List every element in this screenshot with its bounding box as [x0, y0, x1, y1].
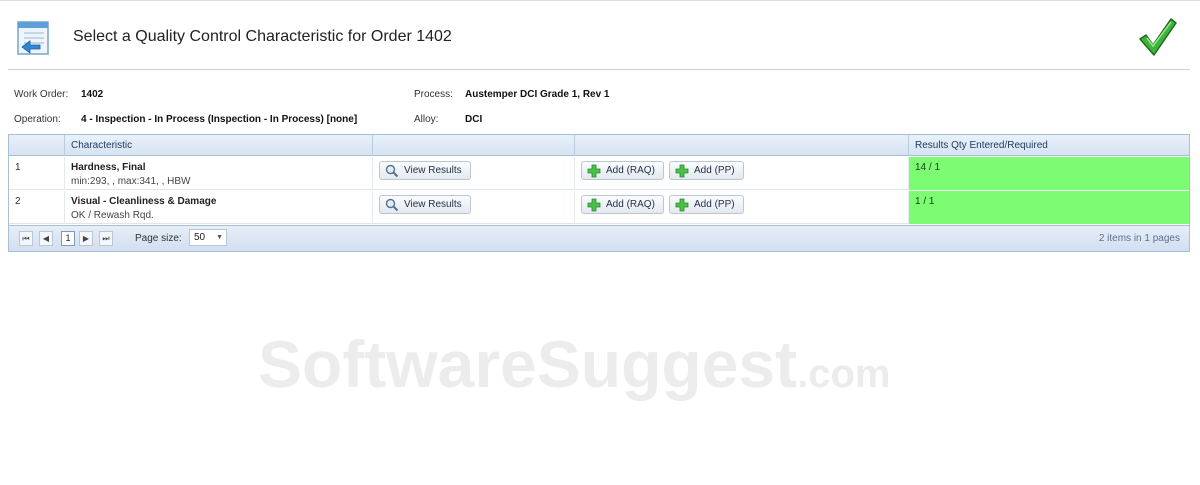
green-plus-icon [587, 164, 601, 178]
view-results-label: View Results [404, 165, 462, 176]
prev-page-button[interactable]: ◀ [39, 231, 53, 246]
next-page-button[interactable]: ▶ [79, 231, 93, 246]
watermark-suffix: .com [797, 352, 891, 396]
operation-label: Operation: [14, 114, 61, 125]
results-qty-cell: 14 / 1 [909, 157, 1189, 190]
view-results-button[interactable]: View Results [379, 195, 471, 214]
add-raq-button[interactable]: Add (RAQ) [581, 195, 664, 214]
column-header-number [9, 135, 65, 156]
column-header-add [575, 135, 909, 156]
first-page-button[interactable]: ⏮ [19, 231, 33, 246]
form-arrow-icon [14, 19, 54, 57]
process-value: Austemper DCI Grade 1, Rev 1 [465, 89, 610, 100]
add-pp-button[interactable]: Add (PP) [669, 195, 744, 214]
alloy-label: Alloy: [414, 114, 439, 125]
page-size-select[interactable]: 50 ▼ [189, 229, 227, 246]
add-cell: Add (RAQ) Add (PP) [575, 191, 909, 224]
watermark-main: SoftwareSuggest [258, 327, 798, 401]
results-qty-cell: 1 / 1 [909, 191, 1189, 224]
table-row[interactable]: 1 Hardness, Final min:293, , max:341, , … [9, 157, 1189, 190]
characteristic-spec: min:293, , max:341, , HBW [71, 176, 191, 187]
add-raq-button[interactable]: Add (RAQ) [581, 161, 664, 180]
add-raq-label: Add (RAQ) [606, 199, 655, 210]
magnifier-icon [385, 198, 399, 212]
operation-value: 4 - Inspection - In Process (Inspection … [81, 114, 358, 125]
add-pp-button[interactable]: Add (PP) [669, 161, 744, 180]
page-header: Select a Quality Control Characteristic … [0, 0, 1200, 70]
characteristic-cell: Hardness, Final min:293, , max:341, , HB… [65, 157, 373, 190]
characteristic-name: Visual - Cleanliness & Damage [71, 196, 217, 207]
characteristics-grid: Characteristic Results Qty Entered/Requi… [8, 134, 1190, 252]
column-header-results-qty[interactable]: Results Qty Entered/Required [909, 135, 1189, 156]
characteristic-cell: Visual - Cleanliness & Damage OK / Rewas… [65, 191, 373, 224]
green-plus-icon [587, 198, 601, 212]
green-plus-icon [675, 198, 689, 212]
page-size-label: Page size: [135, 233, 182, 244]
page-number-button[interactable]: 1 [61, 231, 75, 246]
work-order-label: Work Order: [14, 89, 69, 100]
work-order-value: 1402 [81, 89, 104, 100]
table-row[interactable]: 2 Visual - Cleanliness & Damage OK / Rew… [9, 191, 1189, 224]
chevron-down-icon: ▼ [216, 234, 223, 241]
row-number: 1 [9, 157, 65, 190]
view-results-label: View Results [404, 199, 462, 210]
page-title: Select a Quality Control Characteristic … [73, 28, 452, 45]
green-plus-icon [675, 164, 689, 178]
pager-summary: 2 items in 1 pages [1098, 233, 1180, 244]
row-number: 2 [9, 191, 65, 224]
view-cell: View Results [373, 157, 575, 190]
process-label: Process: [414, 89, 453, 100]
add-cell: Add (RAQ) Add (PP) [575, 157, 909, 190]
view-results-button[interactable]: View Results [379, 161, 471, 180]
add-raq-label: Add (RAQ) [606, 165, 655, 176]
page-size-value: 50 [194, 232, 206, 243]
alloy-value: DCI [465, 114, 483, 125]
last-page-button[interactable]: ⏭ [99, 231, 113, 246]
add-pp-label: Add (PP) [694, 199, 735, 210]
grid-header: Characteristic Results Qty Entered/Requi… [9, 135, 1189, 156]
column-header-characteristic[interactable]: Characteristic [65, 135, 373, 156]
watermark: SoftwareSuggest.com [258, 326, 890, 402]
magnifier-icon [385, 164, 399, 178]
column-header-view [373, 135, 575, 156]
grid-pager: ⏮ ◀ 1 ▶ ⏭ Page size: 50 ▼ 2 items in 1 p… [9, 225, 1189, 251]
header-divider [8, 69, 1190, 70]
characteristic-name: Hardness, Final [71, 162, 146, 173]
add-pp-label: Add (PP) [694, 165, 735, 176]
green-checkmark-icon[interactable] [1136, 15, 1178, 59]
characteristic-spec: OK / Rewash Rqd. [71, 210, 154, 221]
view-cell: View Results [373, 191, 575, 224]
